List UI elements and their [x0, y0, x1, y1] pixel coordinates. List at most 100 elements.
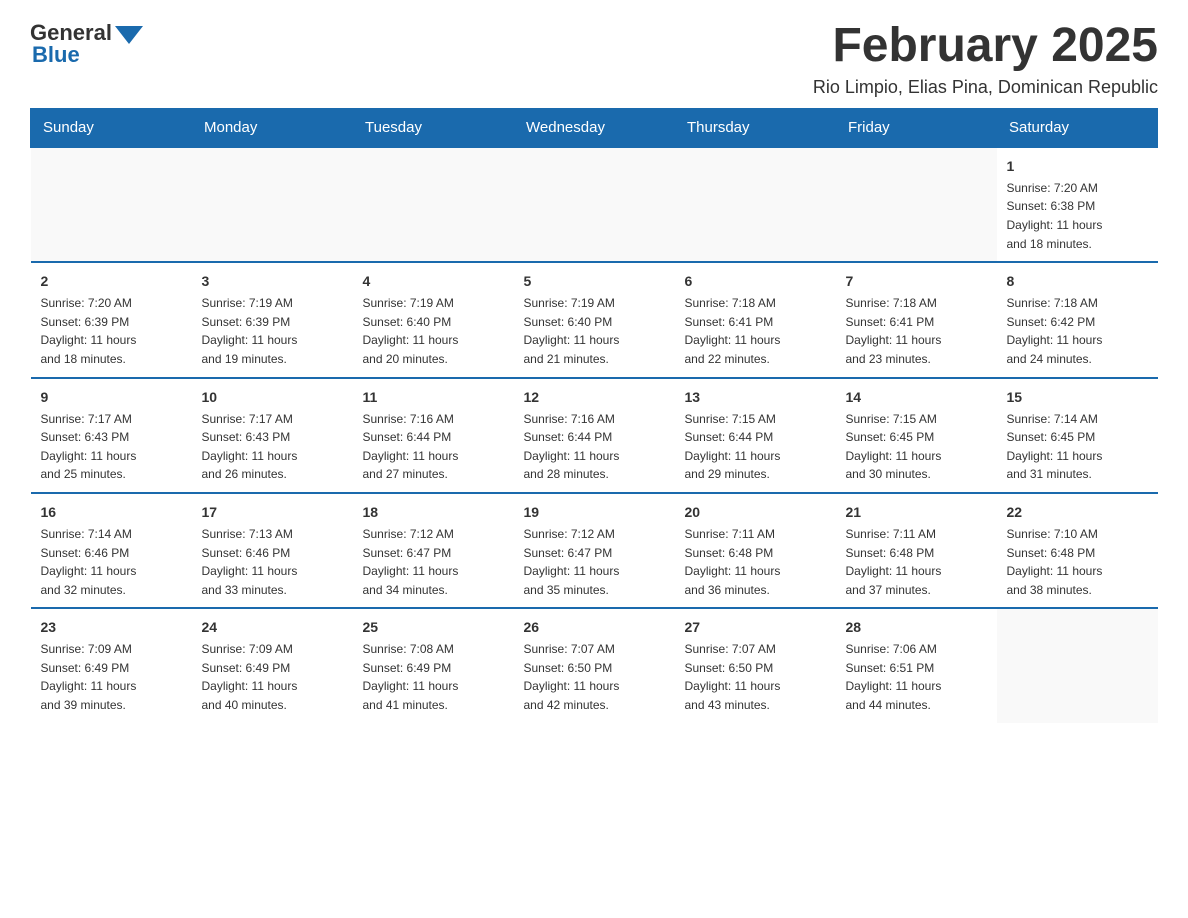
- day-number: 5: [524, 271, 665, 292]
- day-number: 11: [363, 387, 504, 408]
- day-number: 19: [524, 502, 665, 523]
- calendar-week-row: 9Sunrise: 7:17 AM Sunset: 6:43 PM Daylig…: [31, 378, 1158, 493]
- day-number: 3: [202, 271, 343, 292]
- day-info: Sunrise: 7:13 AM Sunset: 6:46 PM Dayligh…: [202, 525, 343, 599]
- day-number: 2: [41, 271, 182, 292]
- day-number: 15: [1007, 387, 1148, 408]
- calendar-cell: [353, 147, 514, 262]
- day-info: Sunrise: 7:15 AM Sunset: 6:44 PM Dayligh…: [685, 410, 826, 484]
- day-number: 17: [202, 502, 343, 523]
- calendar-cell: 16Sunrise: 7:14 AM Sunset: 6:46 PM Dayli…: [31, 493, 192, 608]
- logo-blue-text: Blue: [32, 42, 80, 68]
- calendar-cell: 8Sunrise: 7:18 AM Sunset: 6:42 PM Daylig…: [997, 262, 1158, 377]
- column-header-wednesday: Wednesday: [514, 108, 675, 147]
- day-number: 13: [685, 387, 826, 408]
- column-header-sunday: Sunday: [31, 108, 192, 147]
- calendar-week-row: 1Sunrise: 7:20 AM Sunset: 6:38 PM Daylig…: [31, 147, 1158, 262]
- day-number: 24: [202, 617, 343, 638]
- day-info: Sunrise: 7:19 AM Sunset: 6:40 PM Dayligh…: [363, 294, 504, 368]
- day-info: Sunrise: 7:19 AM Sunset: 6:40 PM Dayligh…: [524, 294, 665, 368]
- day-info: Sunrise: 7:09 AM Sunset: 6:49 PM Dayligh…: [41, 640, 182, 714]
- column-header-thursday: Thursday: [675, 108, 836, 147]
- day-number: 4: [363, 271, 504, 292]
- day-info: Sunrise: 7:14 AM Sunset: 6:45 PM Dayligh…: [1007, 410, 1148, 484]
- calendar-title: February 2025: [813, 20, 1158, 73]
- day-info: Sunrise: 7:12 AM Sunset: 6:47 PM Dayligh…: [363, 525, 504, 599]
- column-header-saturday: Saturday: [997, 108, 1158, 147]
- calendar-cell: 24Sunrise: 7:09 AM Sunset: 6:49 PM Dayli…: [192, 608, 353, 722]
- calendar-cell: 22Sunrise: 7:10 AM Sunset: 6:48 PM Dayli…: [997, 493, 1158, 608]
- day-number: 27: [685, 617, 826, 638]
- day-info: Sunrise: 7:16 AM Sunset: 6:44 PM Dayligh…: [524, 410, 665, 484]
- calendar-cell: [836, 147, 997, 262]
- column-header-monday: Monday: [192, 108, 353, 147]
- title-area: February 2025 Rio Limpio, Elias Pina, Do…: [813, 20, 1158, 98]
- day-number: 23: [41, 617, 182, 638]
- calendar-cell: 5Sunrise: 7:19 AM Sunset: 6:40 PM Daylig…: [514, 262, 675, 377]
- calendar-cell: 11Sunrise: 7:16 AM Sunset: 6:44 PM Dayli…: [353, 378, 514, 493]
- day-info: Sunrise: 7:11 AM Sunset: 6:48 PM Dayligh…: [846, 525, 987, 599]
- day-info: Sunrise: 7:07 AM Sunset: 6:50 PM Dayligh…: [685, 640, 826, 714]
- day-number: 7: [846, 271, 987, 292]
- day-number: 1: [1007, 156, 1148, 177]
- day-number: 16: [41, 502, 182, 523]
- calendar-cell: 2Sunrise: 7:20 AM Sunset: 6:39 PM Daylig…: [31, 262, 192, 377]
- day-info: Sunrise: 7:16 AM Sunset: 6:44 PM Dayligh…: [363, 410, 504, 484]
- day-info: Sunrise: 7:20 AM Sunset: 6:38 PM Dayligh…: [1007, 179, 1148, 253]
- day-info: Sunrise: 7:18 AM Sunset: 6:41 PM Dayligh…: [846, 294, 987, 368]
- day-number: 20: [685, 502, 826, 523]
- calendar-cell: 23Sunrise: 7:09 AM Sunset: 6:49 PM Dayli…: [31, 608, 192, 722]
- calendar-cell: 6Sunrise: 7:18 AM Sunset: 6:41 PM Daylig…: [675, 262, 836, 377]
- calendar-cell: [192, 147, 353, 262]
- day-info: Sunrise: 7:19 AM Sunset: 6:39 PM Dayligh…: [202, 294, 343, 368]
- calendar-cell: 20Sunrise: 7:11 AM Sunset: 6:48 PM Dayli…: [675, 493, 836, 608]
- calendar-cell: 13Sunrise: 7:15 AM Sunset: 6:44 PM Dayli…: [675, 378, 836, 493]
- column-header-tuesday: Tuesday: [353, 108, 514, 147]
- day-number: 8: [1007, 271, 1148, 292]
- calendar-cell: [514, 147, 675, 262]
- day-info: Sunrise: 7:06 AM Sunset: 6:51 PM Dayligh…: [846, 640, 987, 714]
- calendar-cell: [675, 147, 836, 262]
- day-info: Sunrise: 7:17 AM Sunset: 6:43 PM Dayligh…: [202, 410, 343, 484]
- day-number: 6: [685, 271, 826, 292]
- day-number: 9: [41, 387, 182, 408]
- calendar-week-row: 16Sunrise: 7:14 AM Sunset: 6:46 PM Dayli…: [31, 493, 1158, 608]
- day-info: Sunrise: 7:14 AM Sunset: 6:46 PM Dayligh…: [41, 525, 182, 599]
- day-info: Sunrise: 7:07 AM Sunset: 6:50 PM Dayligh…: [524, 640, 665, 714]
- calendar-cell: 4Sunrise: 7:19 AM Sunset: 6:40 PM Daylig…: [353, 262, 514, 377]
- calendar-cell: 3Sunrise: 7:19 AM Sunset: 6:39 PM Daylig…: [192, 262, 353, 377]
- calendar-cell: 27Sunrise: 7:07 AM Sunset: 6:50 PM Dayli…: [675, 608, 836, 722]
- day-info: Sunrise: 7:20 AM Sunset: 6:39 PM Dayligh…: [41, 294, 182, 368]
- calendar-table: SundayMondayTuesdayWednesdayThursdayFrid…: [30, 108, 1158, 723]
- day-info: Sunrise: 7:09 AM Sunset: 6:49 PM Dayligh…: [202, 640, 343, 714]
- calendar-cell: 18Sunrise: 7:12 AM Sunset: 6:47 PM Dayli…: [353, 493, 514, 608]
- day-info: Sunrise: 7:17 AM Sunset: 6:43 PM Dayligh…: [41, 410, 182, 484]
- day-number: 21: [846, 502, 987, 523]
- calendar-cell: 12Sunrise: 7:16 AM Sunset: 6:44 PM Dayli…: [514, 378, 675, 493]
- day-number: 25: [363, 617, 504, 638]
- calendar-week-row: 2Sunrise: 7:20 AM Sunset: 6:39 PM Daylig…: [31, 262, 1158, 377]
- day-info: Sunrise: 7:12 AM Sunset: 6:47 PM Dayligh…: [524, 525, 665, 599]
- day-info: Sunrise: 7:18 AM Sunset: 6:42 PM Dayligh…: [1007, 294, 1148, 368]
- day-number: 18: [363, 502, 504, 523]
- day-info: Sunrise: 7:15 AM Sunset: 6:45 PM Dayligh…: [846, 410, 987, 484]
- calendar-cell: [997, 608, 1158, 722]
- calendar-cell: 15Sunrise: 7:14 AM Sunset: 6:45 PM Dayli…: [997, 378, 1158, 493]
- calendar-cell: 21Sunrise: 7:11 AM Sunset: 6:48 PM Dayli…: [836, 493, 997, 608]
- logo-arrow-icon: [115, 26, 143, 44]
- day-number: 14: [846, 387, 987, 408]
- logo: General Blue: [30, 20, 143, 68]
- calendar-subtitle: Rio Limpio, Elias Pina, Dominican Republ…: [813, 77, 1158, 98]
- day-number: 28: [846, 617, 987, 638]
- calendar-cell: 14Sunrise: 7:15 AM Sunset: 6:45 PM Dayli…: [836, 378, 997, 493]
- day-info: Sunrise: 7:08 AM Sunset: 6:49 PM Dayligh…: [363, 640, 504, 714]
- day-number: 22: [1007, 502, 1148, 523]
- calendar-cell: [31, 147, 192, 262]
- day-number: 12: [524, 387, 665, 408]
- calendar-cell: 1Sunrise: 7:20 AM Sunset: 6:38 PM Daylig…: [997, 147, 1158, 262]
- calendar-cell: 7Sunrise: 7:18 AM Sunset: 6:41 PM Daylig…: [836, 262, 997, 377]
- day-info: Sunrise: 7:10 AM Sunset: 6:48 PM Dayligh…: [1007, 525, 1148, 599]
- calendar-cell: 26Sunrise: 7:07 AM Sunset: 6:50 PM Dayli…: [514, 608, 675, 722]
- day-info: Sunrise: 7:11 AM Sunset: 6:48 PM Dayligh…: [685, 525, 826, 599]
- calendar-week-row: 23Sunrise: 7:09 AM Sunset: 6:49 PM Dayli…: [31, 608, 1158, 722]
